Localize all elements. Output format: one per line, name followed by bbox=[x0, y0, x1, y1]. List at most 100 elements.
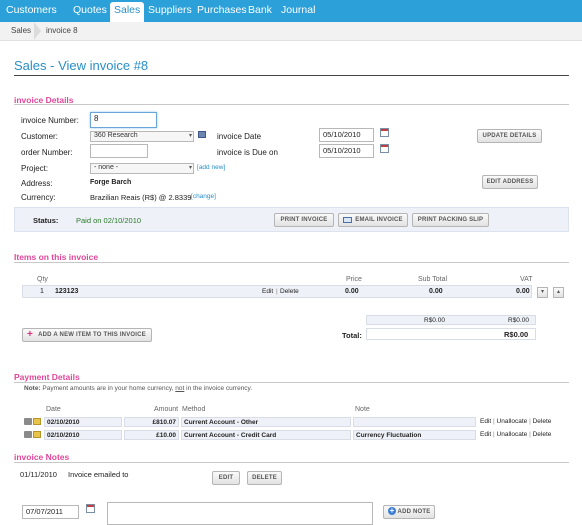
print-invoice-button[interactable]: PRINT INVOICE bbox=[274, 213, 334, 227]
payment-method: Current Account - Credit Card bbox=[181, 430, 351, 440]
invoice-number-input[interactable]: 8 bbox=[90, 112, 157, 128]
calendar-icon[interactable] bbox=[86, 504, 95, 513]
folder-icon[interactable] bbox=[33, 418, 41, 425]
invoice-date-input[interactable]: 05/10/2010 bbox=[319, 128, 374, 142]
invoice-number-label: invoice Number: bbox=[21, 116, 79, 125]
add-note-button[interactable]: + ADD NOTE bbox=[383, 505, 435, 519]
customer-select[interactable]: 360 Research ▾ bbox=[90, 131, 194, 142]
calendar-icon[interactable] bbox=[380, 144, 389, 153]
envelope-icon bbox=[343, 217, 352, 223]
nav-journal[interactable]: Journal bbox=[281, 4, 315, 16]
customer-card-icon[interactable] bbox=[198, 131, 206, 138]
invoice-notes-heading: invoice Notes bbox=[14, 452, 70, 462]
col-price: Price bbox=[346, 276, 362, 283]
item-edit-link[interactable]: Edit bbox=[262, 288, 273, 295]
order-number-input[interactable] bbox=[90, 144, 148, 158]
payment-note: Note: Payment amounts are in your home c… bbox=[24, 385, 253, 392]
breadcrumb-sales[interactable]: Sales bbox=[11, 26, 31, 35]
customer-select-value: 360 Research bbox=[94, 132, 138, 139]
project-select[interactable]: - none - ▾ bbox=[90, 163, 194, 174]
status-label: Status: bbox=[33, 216, 59, 225]
breadcrumb-separator bbox=[34, 22, 41, 40]
item-price: 0.00 bbox=[345, 288, 359, 295]
item-delete-link[interactable]: Delete bbox=[280, 288, 299, 295]
col-amount: Amount bbox=[154, 406, 179, 413]
total-label: Total: bbox=[342, 331, 362, 340]
payment-amount: £10.00 bbox=[124, 430, 179, 440]
nav-customers[interactable]: Customers bbox=[6, 4, 57, 16]
status-value: Paid on 02/10/2010 bbox=[76, 216, 142, 225]
arrow-down-icon: ▾ bbox=[540, 289, 544, 295]
new-note-textarea[interactable] bbox=[107, 502, 373, 525]
due-date-input[interactable]: 05/10/2010 bbox=[319, 144, 374, 158]
email-invoice-button[interactable]: EMAIL INVOICE bbox=[338, 213, 408, 227]
col-note: Note bbox=[355, 406, 370, 413]
add-new-project-link[interactable]: [add new] bbox=[197, 164, 225, 171]
col-method: Method bbox=[182, 406, 206, 413]
nav-suppliers[interactable]: Suppliers bbox=[148, 4, 192, 16]
edit-address-button[interactable]: EDIT ADDRESS bbox=[482, 175, 538, 189]
items-heading: Items on this invoice bbox=[14, 252, 99, 262]
invoice-date-label: invoice Date bbox=[217, 132, 262, 141]
due-date-label: invoice is Due on bbox=[217, 148, 278, 157]
arrow-up-icon: ▴ bbox=[556, 289, 560, 295]
customer-label: Customer: bbox=[21, 132, 58, 141]
address-value: Forge Barch bbox=[90, 179, 132, 186]
section-divider bbox=[14, 382, 569, 383]
section-divider bbox=[14, 104, 569, 105]
breadcrumb-current: invoice 8 bbox=[46, 26, 78, 35]
payment-edit-link[interactable]: Edit | Unallocate | Delete bbox=[480, 418, 551, 425]
vat-total-value: R$0.00 bbox=[508, 317, 529, 324]
currency-label: Currency: bbox=[21, 193, 56, 202]
currency-value: Brazilian Reais (R$) @ 2.8339 bbox=[90, 193, 192, 202]
title-divider bbox=[14, 75, 569, 76]
update-details-button[interactable]: UPDATE DETAILS bbox=[477, 129, 542, 143]
subtotal-value: R$0.00 bbox=[424, 317, 445, 324]
plus-icon: + bbox=[27, 329, 34, 340]
order-number-label: order Number: bbox=[21, 148, 73, 157]
change-currency-link[interactable]: [change] bbox=[191, 193, 216, 200]
payment-amount: £810.07 bbox=[124, 417, 179, 427]
add-item-button[interactable]: + ADD A NEW ITEM TO THIS INVOICE bbox=[22, 328, 152, 342]
item-subtotal: 0.00 bbox=[429, 288, 443, 295]
new-note-date-input[interactable]: 07/07/2011 bbox=[22, 505, 79, 519]
payment-method: Current Account - Other bbox=[181, 417, 351, 427]
col-subtotal: Sub Total bbox=[418, 276, 448, 283]
delete-note-button[interactable]: DELETE bbox=[247, 471, 282, 485]
payment-edit-link[interactable]: Edit | Unallocate | Delete bbox=[480, 431, 551, 438]
nav-bank[interactable]: Bank bbox=[248, 4, 272, 16]
item-vat: 0.00 bbox=[516, 288, 530, 295]
payment-date: 02/10/2010 bbox=[44, 417, 122, 427]
edit-note-button[interactable]: EDIT bbox=[212, 471, 240, 485]
payment-details-heading: Payment Details bbox=[14, 372, 80, 382]
col-date: Date bbox=[46, 406, 61, 413]
printer-icon[interactable] bbox=[24, 431, 32, 438]
plus-icon: + bbox=[388, 506, 396, 515]
chevron-down-icon: ▾ bbox=[188, 165, 192, 171]
nav-sales[interactable]: Sales bbox=[110, 2, 145, 22]
total-value: R$0.00 bbox=[504, 330, 529, 339]
move-down-button[interactable]: ▾ bbox=[537, 287, 548, 298]
print-packing-slip-button[interactable]: PRINT PACKING SLIP bbox=[412, 213, 489, 227]
item-name: 123123 bbox=[55, 288, 79, 295]
address-label: Address: bbox=[21, 179, 53, 188]
printer-icon[interactable] bbox=[24, 418, 32, 425]
payment-note-cell bbox=[353, 417, 476, 427]
section-divider bbox=[14, 262, 569, 263]
item-qty: 1 bbox=[40, 288, 44, 295]
move-up-button[interactable]: ▴ bbox=[553, 287, 564, 298]
payment-note-cell: Currency Fluctuation bbox=[353, 430, 476, 440]
col-qty: Qty bbox=[37, 276, 48, 283]
item-link-separator: | bbox=[276, 288, 278, 295]
chevron-down-icon: ▾ bbox=[188, 133, 192, 139]
top-nav: Customers Quotes Sales Suppliers Purchas… bbox=[0, 0, 582, 22]
nav-purchases[interactable]: Purchases bbox=[197, 4, 247, 16]
note-date: 01/11/2010 bbox=[20, 470, 57, 479]
col-vat: VAT bbox=[520, 276, 533, 283]
nav-quotes[interactable]: Quotes bbox=[73, 4, 107, 16]
folder-icon[interactable] bbox=[33, 431, 41, 438]
calendar-icon[interactable] bbox=[380, 128, 389, 137]
project-select-value: - none - bbox=[94, 164, 119, 171]
note-text: Invoice emailed to bbox=[68, 470, 129, 479]
payment-date: 02/10/2010 bbox=[44, 430, 122, 440]
